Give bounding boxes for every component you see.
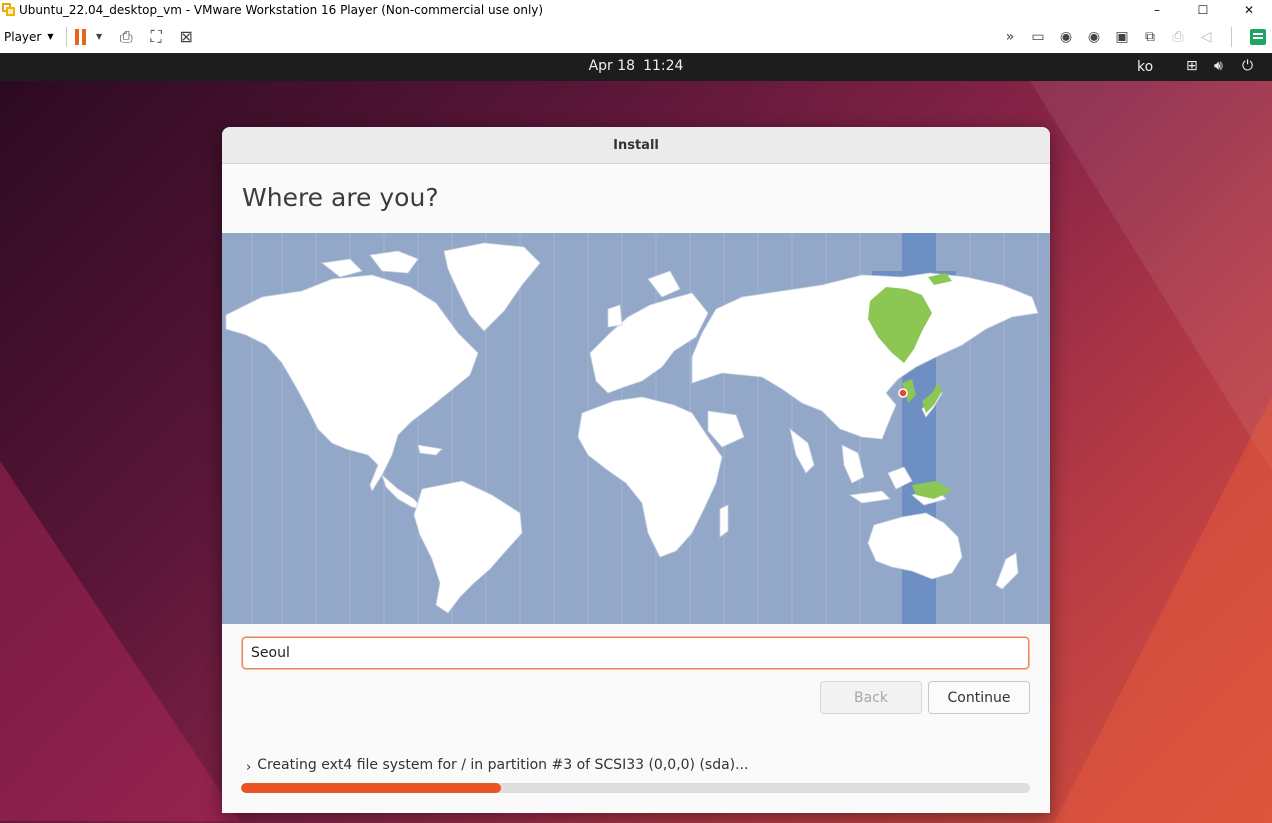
maximize-button[interactable]: ☐ (1180, 0, 1226, 20)
player-menu-label: Player (4, 29, 42, 44)
vmware-logo-icon (2, 3, 16, 17)
library-icon[interactable] (1250, 28, 1266, 45)
window-titlebar: Ubuntu_22.04_desktop_vm - VMware Worksta… (0, 0, 1272, 20)
location-pin-icon (898, 388, 908, 398)
send-ctrl-alt-del-icon[interactable]: ⎙ (114, 26, 138, 48)
chevron-down-icon: ▼ (47, 32, 54, 41)
device-toolbar: » ▭ ◉ ◉ ▣ ⧉ ⎙ ◁ (999, 26, 1272, 48)
date-label: Apr 18 (588, 58, 636, 74)
vmware-toolbar: Player ▼ ▼ ⎙ ⛶ ⊠ » ▭ ◉ ◉ ▣ ⧉ ⎙ ◁ (0, 20, 1272, 53)
input-language-indicator[interactable]: ko (1137, 59, 1153, 75)
window-title: Ubuntu_22.04_desktop_vm - VMware Worksta… (19, 3, 544, 17)
toolbar-divider (66, 26, 67, 47)
more-chevrons-icon[interactable]: » (999, 26, 1021, 48)
network-icon[interactable]: ⊞ (1186, 58, 1198, 74)
dialog-title: Install (613, 137, 659, 153)
floppy-icon[interactable]: ▣ (1111, 26, 1133, 48)
pause-dropdown-icon[interactable]: ▼ (96, 32, 102, 41)
clock[interactable]: Apr 18 11:24 (0, 58, 1272, 74)
dialog-header: Install (222, 127, 1050, 164)
power-icon[interactable]: ⏻ (1242, 58, 1253, 74)
fit-guest-icon[interactable]: ⛶ (144, 26, 168, 48)
player-menu[interactable]: Player ▼ (0, 30, 58, 44)
cd-dvd-2-icon[interactable]: ◉ (1083, 26, 1105, 48)
install-progress-fill (241, 783, 502, 793)
pause-icon (75, 28, 79, 45)
time-label: 11:24 (643, 58, 684, 74)
install-progress-bar (241, 783, 1030, 793)
printer-icon[interactable]: ⎙ (1167, 26, 1189, 48)
minimize-button[interactable]: – (1134, 0, 1180, 20)
network-adapter-icon[interactable]: ⧉ (1139, 26, 1161, 48)
timezone-search-input[interactable] (242, 637, 1029, 669)
page-title: Where are you? (242, 183, 439, 212)
continue-button[interactable]: Continue (928, 681, 1030, 714)
ubuntu-top-bar: Apr 18 11:24 ko ⊞ 🔊︎ ⏻ (0, 53, 1272, 81)
hard-disk-icon[interactable]: ▭ (1027, 26, 1049, 48)
sound-icon[interactable]: ◁ (1195, 26, 1217, 48)
install-status: › Creating ext4 file system for / in par… (246, 754, 749, 776)
install-status-text: Creating ext4 file system for / in parti… (257, 756, 749, 773)
pause-button[interactable] (75, 28, 86, 45)
back-button[interactable]: Back (820, 681, 922, 714)
volume-icon[interactable]: 🔊︎ (1214, 58, 1223, 74)
close-button[interactable]: ✕ (1226, 0, 1272, 20)
cd-dvd-icon[interactable]: ◉ (1055, 26, 1077, 48)
installer-dialog: Install Where are you? Seoul Back Contin… (222, 127, 1050, 813)
toolbar-divider (1231, 26, 1232, 47)
timezone-map[interactable] (222, 233, 1050, 624)
chevron-right-icon[interactable]: › (246, 760, 251, 775)
unity-icon[interactable]: ⊠ (174, 26, 198, 48)
